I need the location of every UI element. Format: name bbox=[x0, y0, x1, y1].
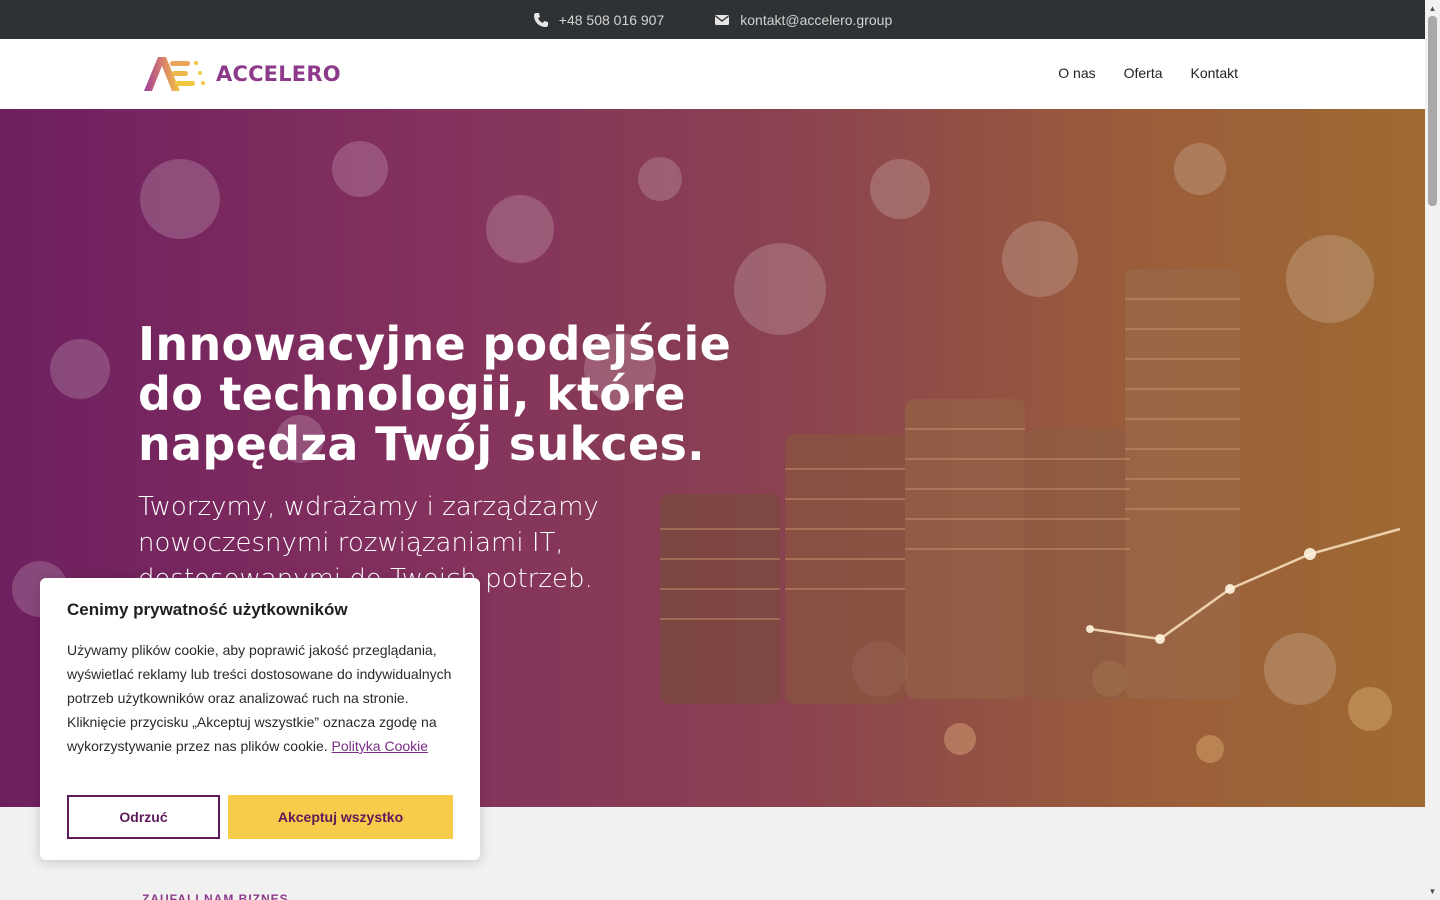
site-header: ACCELERO O nas Oferta Kontakt bbox=[0, 39, 1425, 109]
hero-title: Innowacyjne podejście do technologii, kt… bbox=[138, 319, 778, 469]
hero-title-line: Innowacyjne podejście bbox=[138, 317, 732, 371]
hero-subtitle-line: nowoczesnymi rozwiązaniami IT, bbox=[138, 528, 564, 558]
section-label: ZAUFALI NAM BIZNES bbox=[142, 892, 289, 900]
cookie-title: Cenimy prywatność użytkowników bbox=[67, 600, 348, 619]
scrollbar-thumb[interactable] bbox=[1428, 16, 1437, 206]
scroll-up-arrow-icon[interactable]: ▲ bbox=[1428, 4, 1437, 13]
cookie-text: Używamy plików cookie, aby poprawić jako… bbox=[67, 638, 453, 758]
nav-item-o-nas[interactable]: O nas bbox=[1058, 65, 1095, 81]
cookie-buttons: Odrzuć Akceptuj wszystko bbox=[67, 795, 453, 839]
main-nav: O nas Oferta Kontakt bbox=[1058, 65, 1238, 81]
page-scrollbar[interactable]: ▲ ▼ bbox=[1425, 0, 1440, 900]
scroll-down-arrow-icon[interactable]: ▼ bbox=[1428, 887, 1437, 896]
accept-all-button[interactable]: Akceptuj wszystko bbox=[228, 795, 453, 839]
cookie-policy-link[interactable]: Polityka Cookie bbox=[332, 738, 429, 754]
logo-text: ACCELERO bbox=[216, 62, 341, 86]
logo-mark-icon bbox=[144, 57, 205, 91]
nav-item-oferta[interactable]: Oferta bbox=[1124, 65, 1163, 81]
phone-contact[interactable]: +48 508 016 907 bbox=[533, 12, 665, 28]
phone-number[interactable]: +48 508 016 907 bbox=[559, 12, 665, 28]
envelope-icon bbox=[715, 14, 730, 25]
site-logo[interactable]: ACCELERO bbox=[142, 53, 341, 95]
nav-item-kontakt[interactable]: Kontakt bbox=[1191, 65, 1238, 81]
phone-icon bbox=[533, 12, 548, 27]
cookie-consent-dialog: Cenimy prywatność użytkowników Używamy p… bbox=[40, 578, 480, 860]
hero-title-line: do technologii, które bbox=[138, 367, 686, 421]
top-contact-bar: +48 508 016 907 kontakt@accelero.group bbox=[0, 0, 1425, 39]
reject-button[interactable]: Odrzuć bbox=[67, 795, 220, 839]
email-contact[interactable]: kontakt@accelero.group bbox=[714, 12, 892, 28]
hero-title-line: napędza Twój sukces. bbox=[138, 417, 705, 471]
hero-subtitle-line: Tworzymy, wdrażamy i zarządzamy bbox=[138, 492, 599, 522]
email-address[interactable]: kontakt@accelero.group bbox=[740, 12, 892, 28]
